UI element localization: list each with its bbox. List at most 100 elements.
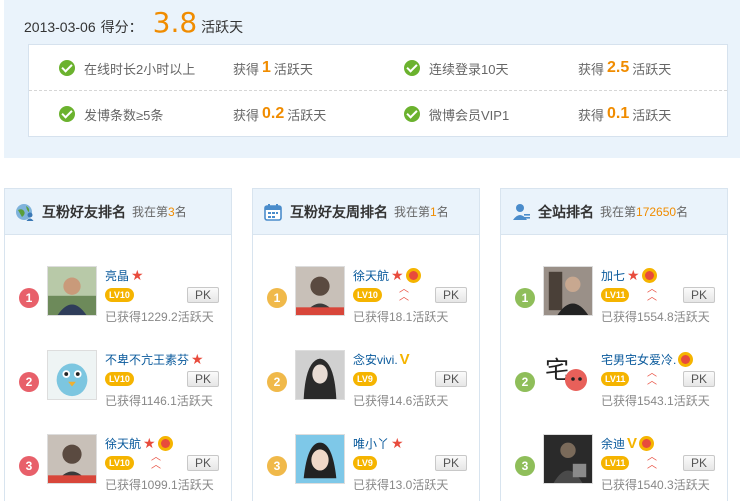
task-list: 在线时长2小时以上 获得 1 活跃天 连续登录10天 获得 2.5 活跃天 发博… xyxy=(28,44,728,137)
rank-number: 3 xyxy=(168,205,175,219)
avatar[interactable] xyxy=(47,434,97,484)
name-line: 亮晶 ★ xyxy=(105,266,144,284)
user-name-link[interactable]: 唯小丫 xyxy=(353,435,389,452)
my-rank: 我在第3名 xyxy=(132,203,187,220)
rank-suffix: 名 xyxy=(676,205,689,219)
rank-badge: 1 xyxy=(19,288,39,308)
reward-unit: 活跃天 xyxy=(632,107,672,123)
task-reward: 获得 2.5 活跃天 xyxy=(578,45,671,91)
user-name-link[interactable]: 徐天航 xyxy=(105,435,141,452)
earned-days: 已获得1146.1活跃天 xyxy=(105,394,213,408)
avatar[interactable] xyxy=(47,350,97,400)
user-name-link[interactable]: 徐天航 xyxy=(353,267,389,284)
site-ranking-panel: 全站排名 我在第172650名 1 加七 ★ LV11 ︿ ︿ PK 已获得155… xyxy=(500,188,728,501)
star-icon: ★ xyxy=(627,267,640,283)
friends-ranking-panel: 互粉好友排名 我在第3名 1 亮晶 ★ LV10 PK 已获得1229.2活跃天… xyxy=(4,188,232,501)
earned-days: 已获得18.1活跃天 xyxy=(353,310,449,324)
check-icon xyxy=(59,60,75,76)
pk-button[interactable]: PK xyxy=(683,371,715,387)
rank-badge: 3 xyxy=(515,456,535,476)
avatar[interactable] xyxy=(47,266,97,316)
star-icon: ★ xyxy=(131,267,144,283)
ranking-entry: 2 宅 宅男宅女爱冷. LV11 ︿ ︿ PK 已获得1543.1活跃天 xyxy=(501,350,727,410)
user-name-link[interactable]: 亮晶 xyxy=(105,267,129,284)
avatar[interactable] xyxy=(543,434,593,484)
rank-number: 172650 xyxy=(636,205,677,219)
pk-button[interactable]: PK xyxy=(435,371,467,387)
rank-suffix: 名 xyxy=(174,205,187,219)
check-icon xyxy=(404,106,420,122)
avatar[interactable]: 宅 xyxy=(543,350,593,400)
pk-button[interactable]: PK xyxy=(187,455,219,471)
task-name: 连续登录10天 xyxy=(429,61,509,77)
avatar[interactable] xyxy=(543,266,593,316)
vip-crown-icon xyxy=(405,267,421,283)
avatar-image xyxy=(48,351,96,399)
pk-button[interactable]: PK xyxy=(435,287,467,303)
ranking-entry: 3 余迪 V LV11 ︿ ︿ PK 已获得1540.3活跃天 xyxy=(501,434,727,494)
name-line: 宅男宅女爱冷. xyxy=(601,350,694,368)
name-line: 余迪 V xyxy=(601,434,655,452)
vip-crown-icon xyxy=(678,351,694,367)
reward-prefix: 获得 xyxy=(233,107,260,123)
user-name-link[interactable]: 加七 xyxy=(601,267,625,284)
name-line: 念安vivi. V xyxy=(353,350,410,368)
ranking-entry: 3 唯小丫 ★ LV9 PK 已获得13.0活跃天 xyxy=(253,434,479,494)
task-name: 微博会员VIP1 xyxy=(429,107,510,123)
verified-v-icon: V xyxy=(627,434,638,452)
rank-suffix: 名 xyxy=(436,205,449,219)
rank-badge: 2 xyxy=(515,372,535,392)
earned-days: 已获得13.0活跃天 xyxy=(353,478,449,492)
score-header: 2013-03-06 得分： 3.8 活跃天 xyxy=(24,6,244,39)
friends-weekly-ranking-panel: 互粉好友周排名 我在第1名 1 徐天航 ★ LV10 ︿ ︿ PK 已获得18.1… xyxy=(252,188,480,501)
pk-button[interactable]: PK xyxy=(435,455,467,471)
pk-button[interactable]: PK xyxy=(683,455,715,471)
level-badge: LV10 xyxy=(353,288,382,302)
level-badge: LV10 xyxy=(105,456,134,470)
earned-days: 已获得1229.2活跃天 xyxy=(105,310,214,324)
user-name-link[interactable]: 宅男宅女爱冷. xyxy=(601,351,676,368)
avatar[interactable] xyxy=(295,434,345,484)
reward-prefix: 获得 xyxy=(233,61,260,77)
ranking-entry: 2 念安vivi. V LV9 PK 已获得14.6活跃天 xyxy=(253,350,479,410)
panel-header: 互粉好友周排名 我在第1名 xyxy=(253,189,479,235)
pk-button[interactable]: PK xyxy=(187,371,219,387)
ranking-entry: 1 加七 ★ LV11 ︿ ︿ PK 已获得1554.8活跃天 xyxy=(501,266,727,326)
earned-days: 已获得14.6活跃天 xyxy=(353,394,449,408)
name-line: 加七 ★ xyxy=(601,266,657,284)
panel-title: 互粉好友排名 xyxy=(42,203,126,220)
user-name-link[interactable]: 余迪 xyxy=(601,435,625,452)
pk-button[interactable]: PK xyxy=(683,287,715,303)
reward-value: 0.2 xyxy=(262,105,285,122)
task-item: 发博条数≥5条 xyxy=(59,91,163,137)
avatar[interactable] xyxy=(295,350,345,400)
rank-prefix: 我在第 xyxy=(394,205,431,219)
star-icon: ★ xyxy=(191,351,204,367)
reward-unit: 活跃天 xyxy=(273,61,313,77)
earned-days: 已获得1540.3活跃天 xyxy=(601,478,710,492)
level-badge: LV10 xyxy=(105,372,134,386)
my-rank: 我在第1名 xyxy=(394,203,449,220)
name-line: 徐天航 ★ xyxy=(105,434,173,452)
vip-crown-icon xyxy=(157,435,173,451)
score-unit: 活跃天 xyxy=(201,19,244,35)
star-icon: ★ xyxy=(391,267,404,283)
level-badge: LV9 xyxy=(353,372,377,386)
calendar-icon xyxy=(264,203,282,221)
task-reward: 获得 0.2 活跃天 xyxy=(233,91,326,137)
score-panel: 2013-03-06 得分： 3.8 活跃天 在线时长2小时以上 获得 1 活跃… xyxy=(4,0,740,158)
globe-user-icon xyxy=(16,203,34,221)
users-icon xyxy=(513,203,530,220)
panel-header: 全站排名 我在第172650名 xyxy=(501,189,727,235)
reward-value: 2.5 xyxy=(607,59,630,76)
reward-prefix: 获得 xyxy=(578,61,605,77)
user-name-link[interactable]: 念安vivi. xyxy=(353,351,398,368)
avatar-image xyxy=(48,435,96,483)
pk-button[interactable]: PK xyxy=(187,287,219,303)
user-name-link[interactable]: 不卑不亢王素芬 xyxy=(105,351,189,368)
reward-value: 1 xyxy=(262,59,271,76)
score-label: 得分： xyxy=(100,19,143,35)
avatar[interactable] xyxy=(295,266,345,316)
verified-v-icon: V xyxy=(399,350,410,368)
level-up-icon: ︿ ︿ xyxy=(647,452,657,471)
